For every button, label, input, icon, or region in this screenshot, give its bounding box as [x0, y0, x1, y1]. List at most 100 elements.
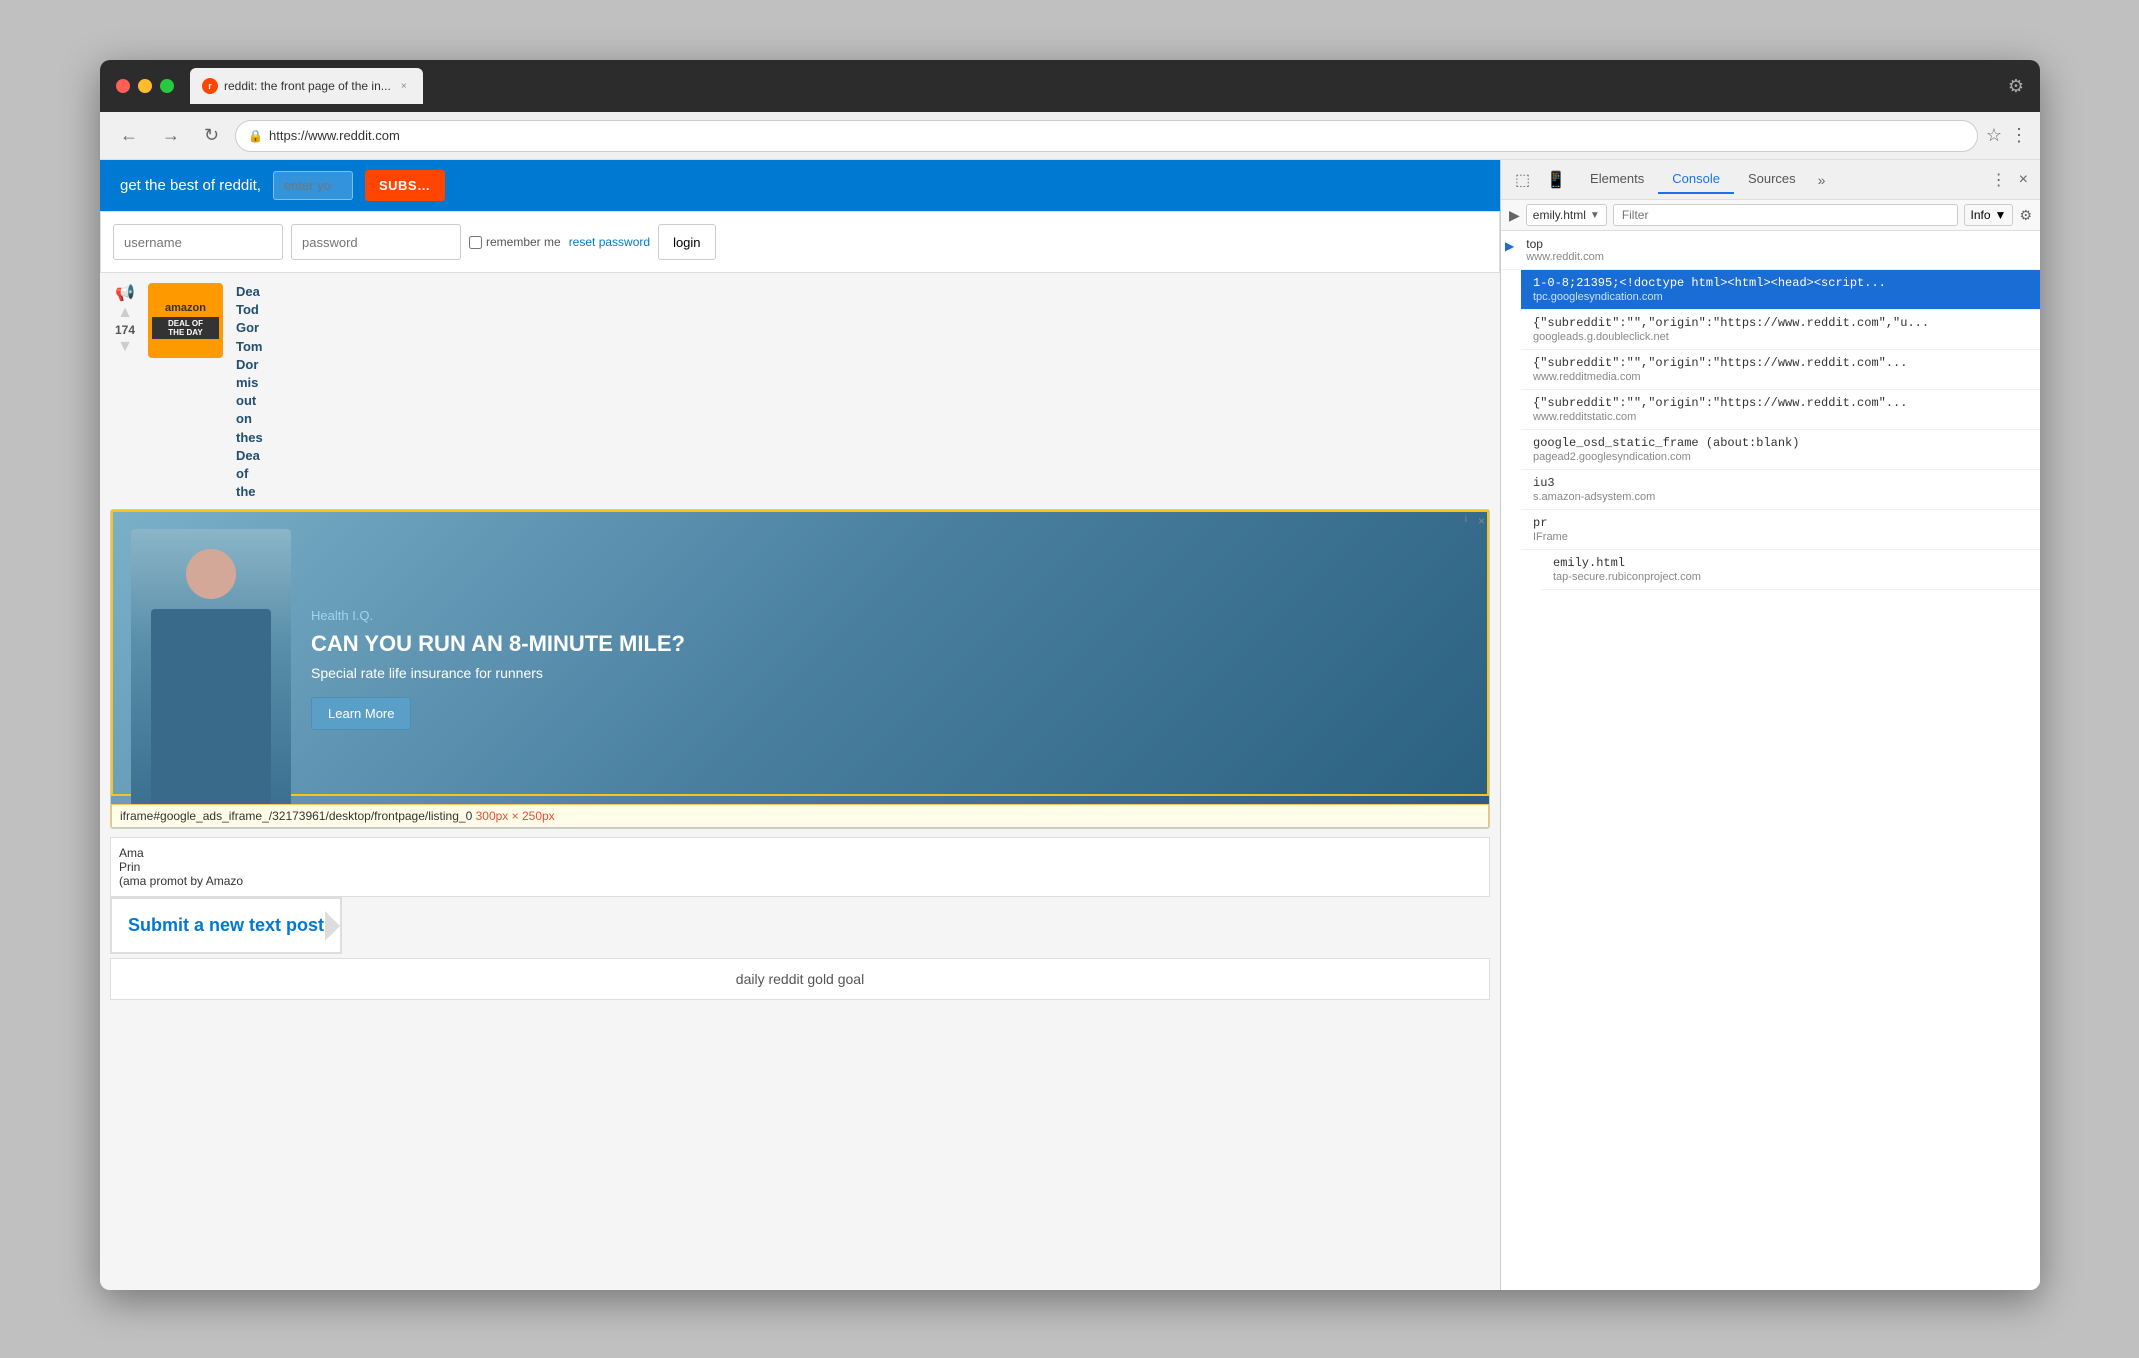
traffic-lights: [116, 79, 174, 93]
remember-me-checkbox[interactable]: [469, 236, 482, 249]
devtools-tab-elements[interactable]: Elements: [1576, 165, 1658, 194]
context-select[interactable]: emily.html ▼: [1526, 204, 1607, 226]
maximize-button[interactable]: [160, 79, 174, 93]
si-origin: googleads.g.doubleclick.net: [1533, 331, 2028, 343]
devtools-icon[interactable]: ⚙: [2008, 76, 2024, 97]
content-area: get the best of reddit, SUBSCRIB... reme…: [100, 160, 2040, 1290]
ad-person-image: [131, 529, 291, 809]
minimize-button[interactable]: [138, 79, 152, 93]
devtools-device-button[interactable]: 📱: [1540, 166, 1572, 194]
close-button[interactable]: [116, 79, 130, 93]
username-input[interactable]: [113, 224, 283, 260]
toolbar-icons: ⚙: [2008, 76, 2024, 97]
console-item-redditstatic[interactable]: {"subreddit":"","origin":"https://www.re…: [1521, 390, 2040, 430]
pr-text: pr: [1533, 516, 2028, 530]
password-input[interactable]: [291, 224, 461, 260]
filter-input[interactable]: [1613, 204, 1958, 226]
login-button[interactable]: login: [658, 224, 715, 260]
iu3-origin: s.amazon-adsystem.com: [1533, 491, 2028, 503]
login-form: remember me reset password login: [100, 211, 1500, 273]
vote-count: 174: [115, 323, 135, 337]
redditstatic-text: {"subreddit":"","origin":"https://www.re…: [1533, 396, 2028, 410]
bottom-actions: Submit a new text post daily reddit gold…: [110, 897, 1490, 1000]
console-item-doctype[interactable]: 1-0-8;21395;<!doctype html><html><head><…: [1521, 270, 2040, 310]
post-item: 📢 ▲ 174 ▼ amazon DEAL OFTHE DAY: [110, 283, 1490, 501]
reload-button[interactable]: ↻: [196, 121, 227, 150]
forward-button[interactable]: →: [154, 121, 188, 150]
pr-origin: IFrame: [1533, 531, 2028, 543]
reset-password-link[interactable]: reset password: [569, 235, 650, 249]
back-button[interactable]: ←: [112, 121, 146, 150]
subscribe-button[interactable]: SUBSCRIB...: [365, 170, 445, 201]
reddit-header: get the best of reddit, SUBSCRIB...: [100, 160, 1500, 211]
devtools-tab-sources[interactable]: Sources: [1734, 165, 1810, 194]
amazon-promo-meta: (ama promot by Amazo: [119, 874, 1481, 888]
menu-icon[interactable]: ⋮: [2010, 125, 2028, 146]
top-origin: www.reddit.com: [1526, 251, 2032, 263]
email-input[interactable]: [273, 171, 353, 200]
devtools-actions: ⋮ ×: [1987, 166, 2032, 194]
amazon-promo-line2: Prin: [119, 860, 1481, 874]
iframe-tooltip: iframe#google_ads_iframe_/32173961/deskt…: [111, 804, 1489, 828]
console-item-google-osd[interactable]: google_osd_static_frame (about:blank) pa…: [1521, 430, 2040, 470]
redditstatic-origin: www.redditstatic.com: [1533, 411, 2028, 423]
ad-close-button[interactable]: ×: [1478, 514, 1485, 528]
reddit-page: get the best of reddit, SUBSCRIB... reme…: [100, 160, 1500, 1290]
devtools-close-button[interactable]: ×: [2015, 166, 2032, 194]
console-item-pr[interactable]: pr IFrame: [1521, 510, 2040, 550]
console-toolbar: ▶ emily.html ▼ Info ▼ ⚙: [1501, 200, 2040, 231]
downvote-button[interactable]: ▼: [117, 339, 133, 355]
console-item-iu3[interactable]: iu3 s.amazon-adsystem.com: [1521, 470, 2040, 510]
devtools-panel: ⬚ 📱 Elements Console Sources » ⋮ × ▶ emi…: [1500, 160, 2040, 1290]
top-label: top: [1526, 237, 2032, 251]
ad-badge: i: [1465, 514, 1467, 525]
console-item-redditmedia[interactable]: {"subreddit":"","origin":"https://www.re…: [1521, 350, 2040, 390]
active-tab[interactable]: r reddit: the front page of the in... ×: [190, 68, 423, 104]
iframe-dims: 300px × 250px: [476, 809, 555, 823]
browser-window: r reddit: the front page of the in... × …: [100, 60, 2040, 1290]
devtools-tab-console[interactable]: Console: [1658, 165, 1734, 194]
google-osd-text: google_osd_static_frame (about:blank): [1533, 436, 2028, 450]
remember-me-label: remember me: [469, 235, 561, 249]
info-select[interactable]: Info ▼: [1964, 204, 2014, 226]
devtools-inspect-button[interactable]: ⬚: [1509, 166, 1536, 194]
context-file-name: emily.html: [1533, 208, 1586, 222]
amazon-promo: Ama Prin (ama promot by Amazo: [110, 837, 1490, 897]
console-play-button[interactable]: ▶: [1509, 207, 1520, 224]
emily-origin: tap-secure.rubiconproject.com: [1553, 571, 2028, 583]
info-label: Info: [1971, 208, 1991, 222]
devtools-menu-button[interactable]: ⋮: [1987, 166, 2011, 194]
nav-bar: ← → ↻ 🔒 https://www.reddit.com ☆ ⋮: [100, 112, 2040, 160]
address-bar[interactable]: 🔒 https://www.reddit.com: [235, 120, 1978, 152]
ad-brand: Health I.Q.: [311, 608, 1449, 623]
ad-content: Health I.Q. CAN YOU RUN AN 8-MINUTE MILE…: [111, 510, 1489, 828]
vote-column: 📢 ▲ 174 ▼: [110, 283, 140, 501]
lock-icon: 🔒: [248, 129, 263, 143]
console-item-emily[interactable]: emily.html tap-secure.rubiconproject.com: [1541, 550, 2040, 590]
doctype-text: 1-0-8;21395;<!doctype html><html><head><…: [1533, 276, 2028, 290]
devtools-tabs: Elements Console Sources »: [1576, 165, 1983, 194]
emily-text: emily.html: [1553, 556, 2028, 570]
info-chevron-icon: ▼: [1995, 208, 2007, 222]
post-title[interactable]: DeaTodGorTomDormisoutonthesDeaofthe: [236, 283, 1490, 501]
ad-headline: CAN YOU RUN AN 8-MINUTE MILE?: [311, 631, 1449, 657]
upvote-button[interactable]: ▲: [117, 305, 133, 321]
settings-button[interactable]: ⚙: [2019, 207, 2032, 224]
thumbnail-area: amazon DEAL OFTHE DAY: [148, 283, 228, 501]
submit-post-button[interactable]: Submit a new text post: [110, 897, 342, 954]
redditmedia-origin: www.redditmedia.com: [1533, 371, 2028, 383]
redditmedia-text: {"subreddit":"","origin":"https://www.re…: [1533, 356, 2028, 370]
context-chevron-icon: ▼: [1590, 210, 1600, 221]
amazon-logo: amazon: [165, 302, 206, 314]
post-content: DeaTodGorTomDormisoutonthesDeaofthe: [236, 283, 1490, 501]
megaphone-icon: 📢: [115, 283, 135, 303]
bookmark-icon[interactable]: ☆: [1986, 125, 2002, 146]
top-expand-arrow[interactable]: ▶: [1505, 239, 1514, 253]
devtools-more-tabs[interactable]: »: [1810, 168, 1834, 192]
deal-of-day-text: DEAL OFTHE DAY: [152, 317, 219, 339]
console-item-si[interactable]: {"subreddit":"","origin":"https://www.re…: [1521, 310, 2040, 350]
tab-close-button[interactable]: ×: [397, 79, 411, 93]
si-text: {"subreddit":"","origin":"https://www.re…: [1533, 316, 2028, 330]
ad-subtext: Special rate life insurance for runners: [311, 665, 1449, 681]
ad-cta-button[interactable]: Learn More: [311, 697, 411, 730]
